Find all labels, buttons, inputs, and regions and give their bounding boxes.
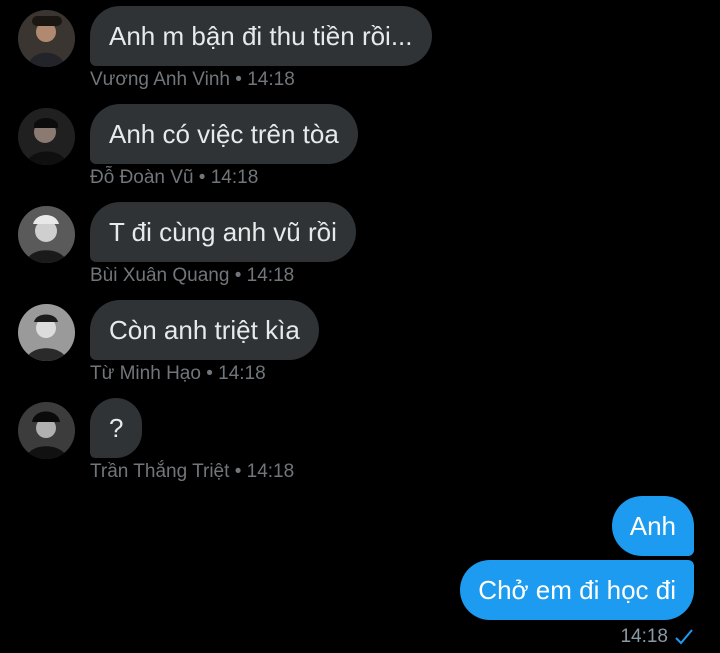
sender-name[interactable]: Trần Thắng Triệt [90,461,229,482]
avatar[interactable] [18,10,75,67]
sent-check-icon [674,628,694,651]
message-time: 14:18 [246,265,295,286]
outgoing-message-bubble[interactable]: Anh [611,496,694,556]
avatar[interactable] [18,206,75,263]
message-meta: Từ Minh Hạo • 14:18 [90,363,266,385]
outgoing-message-time: 14:18 [620,626,668,647]
message-meta: Đỗ Đoàn Vũ • 14:18 [90,167,258,189]
sender-name[interactable]: Bùi Xuân Quang [90,265,229,286]
meta-separator: • [206,363,213,384]
meta-separator: • [235,69,242,90]
message-time: 14:18 [218,363,266,384]
message-meta: Bùi Xuân Quang • 14:18 [90,265,294,287]
message-bubble[interactable]: ? [90,398,143,458]
sender-name[interactable]: Đỗ Đoàn Vũ [90,167,194,188]
outgoing-message-bubble[interactable]: Chở em đi học đi [460,560,694,620]
message-meta: Trần Thắng Triệt • 14:18 [90,461,294,483]
avatar[interactable] [18,108,75,165]
avatar[interactable] [18,304,75,361]
avatar[interactable] [18,402,75,459]
message-time: 14:18 [210,167,259,188]
sender-name[interactable]: Vương Anh Vinh [90,69,230,90]
message-bubble[interactable]: Còn anh triệt kìa [90,300,319,360]
meta-separator: • [198,167,206,188]
message-time: 14:18 [247,69,295,90]
message-bubble[interactable]: T đi cùng anh vũ rồi [90,202,356,262]
message-bubble[interactable]: Anh m bận đi thu tiền rồi... [90,6,432,66]
message-meta: Vương Anh Vinh • 14:18 [90,69,295,91]
message-time: 14:18 [246,461,295,482]
meta-separator: • [234,265,242,286]
sender-name[interactable]: Từ Minh Hạo [90,363,201,384]
meta-separator: • [234,461,242,482]
message-bubble[interactable]: Anh có việc trên tòa [90,104,358,164]
